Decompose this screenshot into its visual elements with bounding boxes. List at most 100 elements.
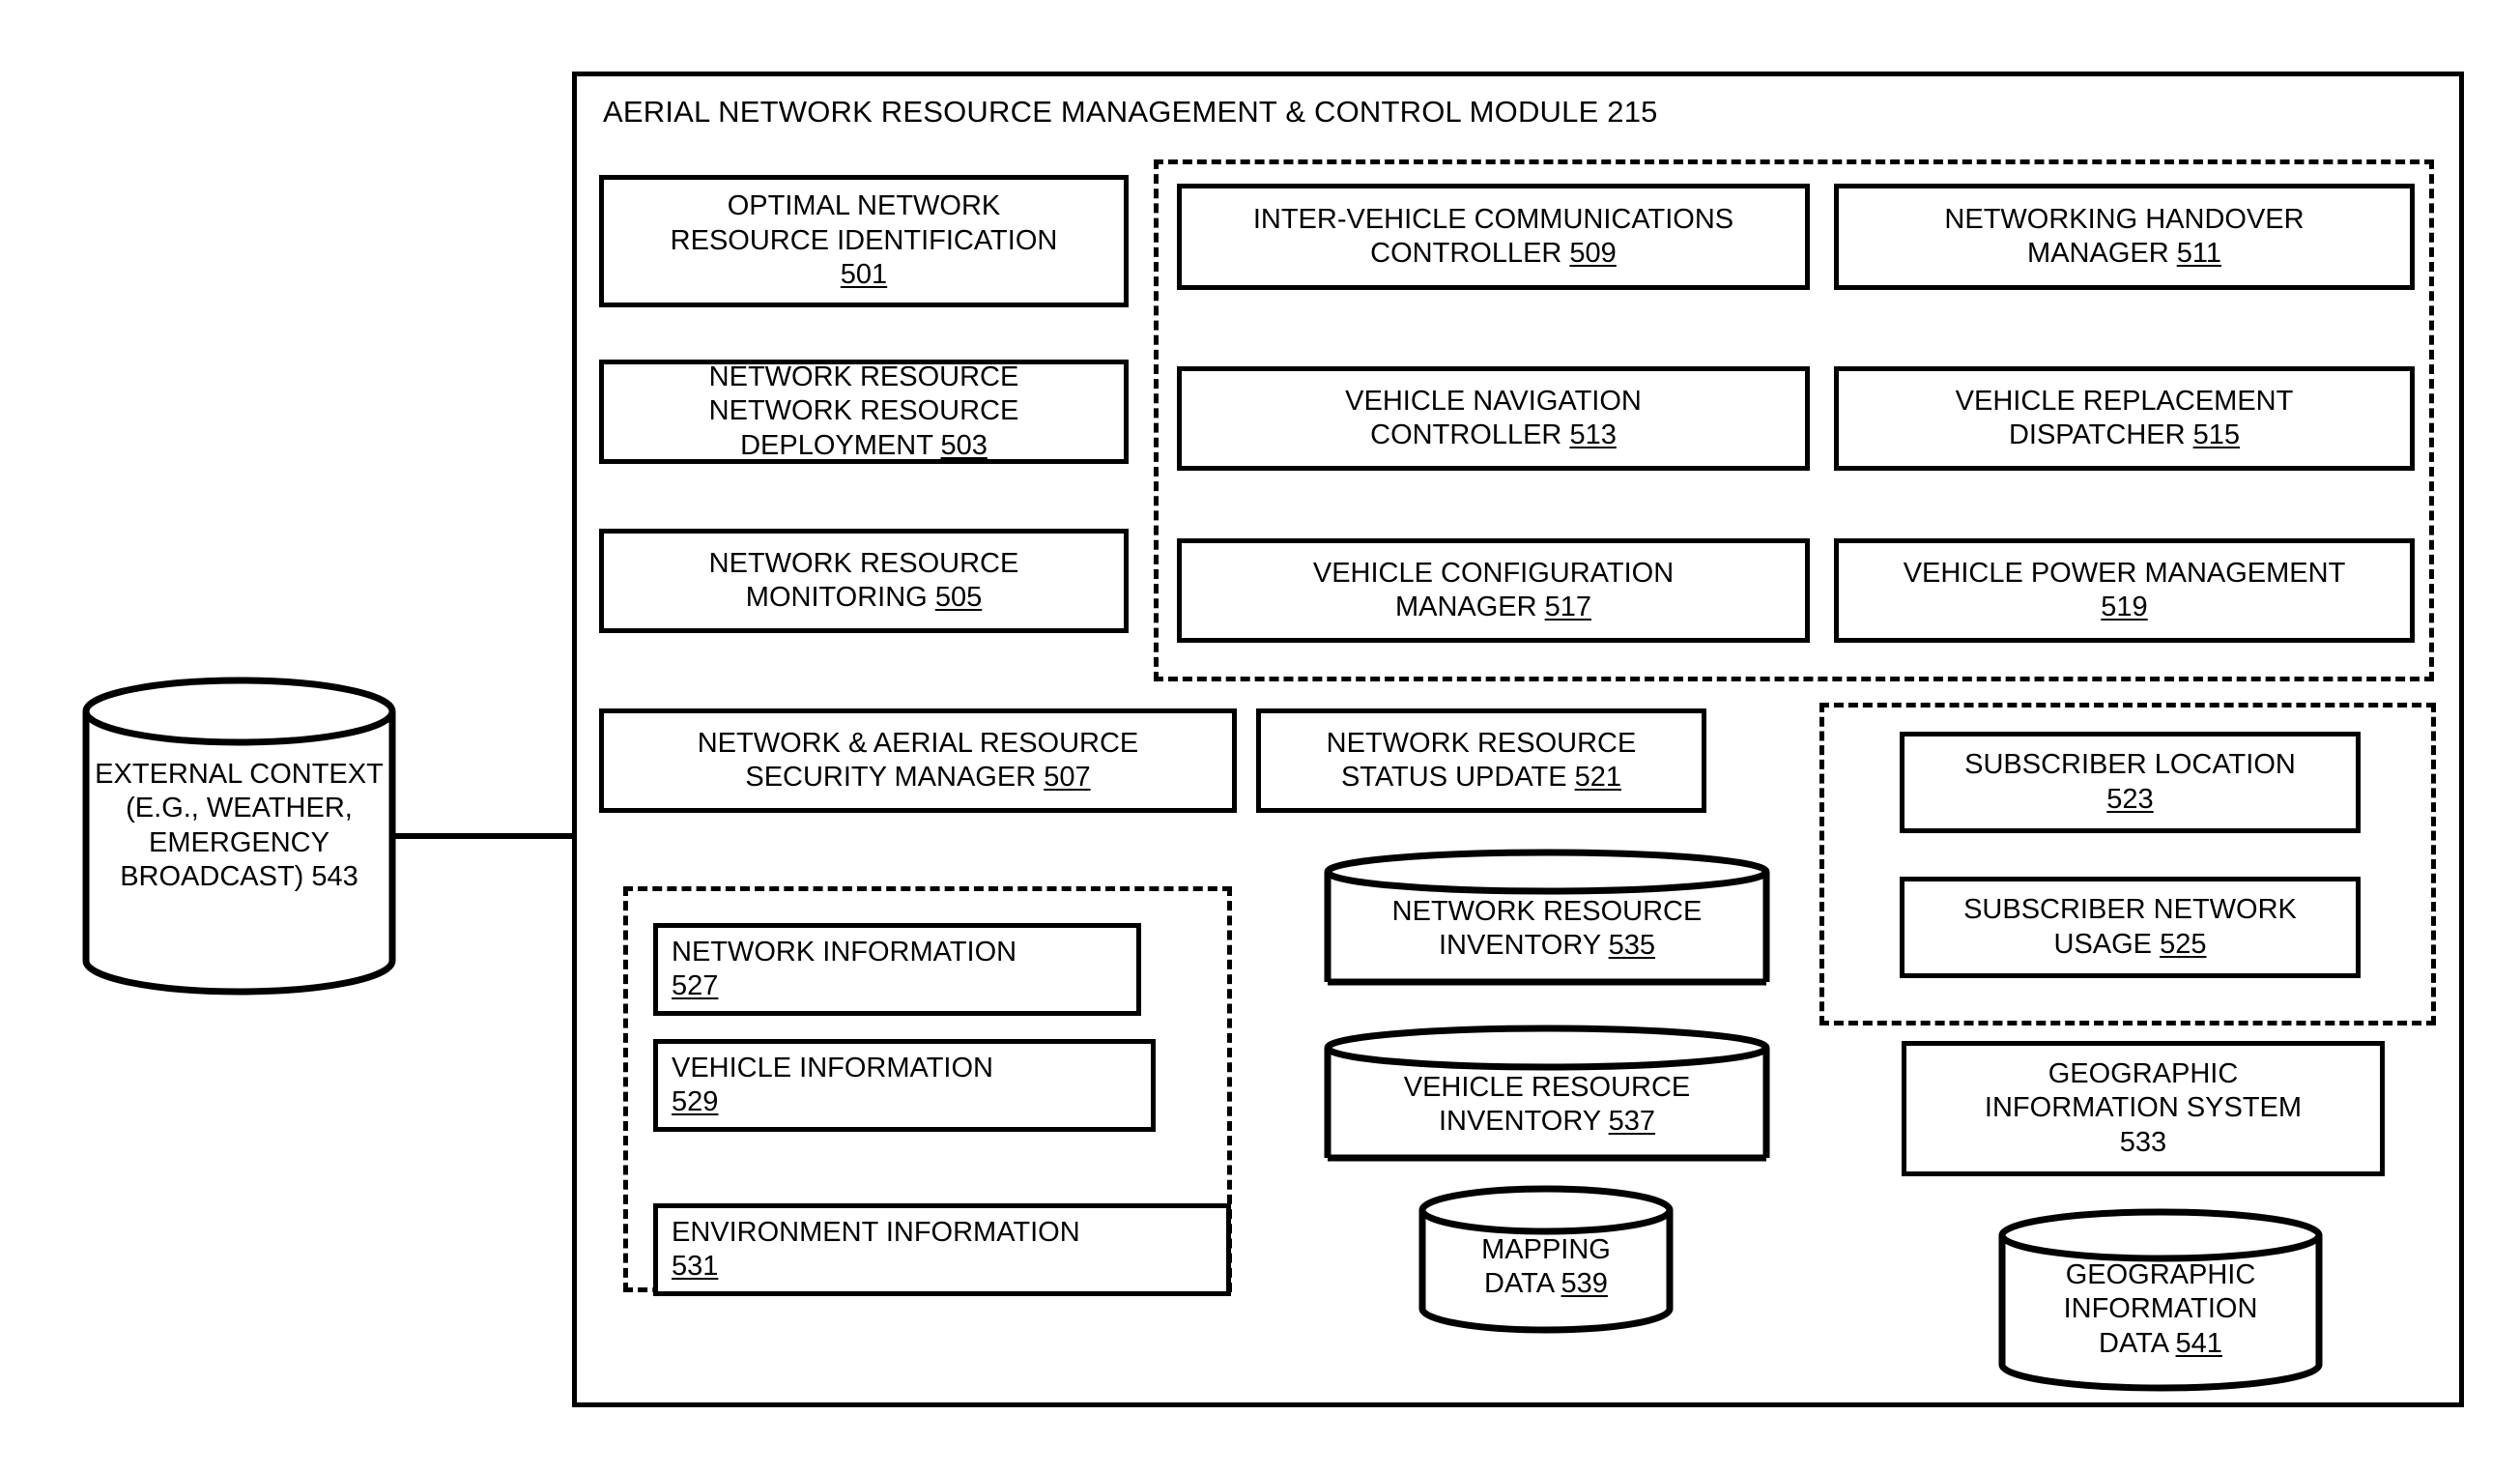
block-text: GEOGRAPHIC INFORMATION SYSTEM 533 bbox=[1985, 1057, 2302, 1160]
block-text: INTER-VEHICLE COMMUNICATIONS CONTROLLER … bbox=[1253, 203, 1733, 272]
line2-prefix: INVENTORY bbox=[1438, 1106, 1609, 1138]
cylinder-label: NETWORK RESOURCE INVENTORY 535 bbox=[1324, 895, 1770, 964]
line2: INFORMATION bbox=[2063, 1293, 2258, 1325]
block-text: NETWORK INFORMATION 527 bbox=[672, 936, 1017, 1004]
line2-prefix: STATUS UPDATE bbox=[1340, 762, 1575, 793]
line1: NETWORK RESOURCE bbox=[1391, 896, 1703, 927]
line1: INTER-VEHICLE COMMUNICATIONS bbox=[1252, 203, 1734, 235]
ref-number: 507 bbox=[1044, 762, 1091, 793]
ref-number: 531 bbox=[672, 1251, 719, 1282]
block-text: VEHICLE REPLACEMENT DISPATCHER 515 bbox=[1956, 385, 2294, 453]
geographic-information-system-block[interactable]: GEOGRAPHIC INFORMATION SYSTEM 533 bbox=[1902, 1041, 2385, 1176]
inter-vehicle-communications-controller-block[interactable]: INTER-VEHICLE COMMUNICATIONS CONTROLLER … bbox=[1177, 184, 1810, 290]
ref-number: 539 bbox=[1561, 1268, 1608, 1300]
line1: SUBSCRIBER NETWORK bbox=[1963, 894, 2297, 926]
line2: INFORMATION SYSTEM bbox=[1984, 1092, 2303, 1124]
external-context-line2: (E.G., WEATHER, bbox=[126, 793, 353, 824]
block-text: SUBSCRIBER NETWORK USAGE 525 bbox=[1963, 893, 2297, 962]
ref-number: 527 bbox=[672, 970, 719, 1001]
subscriber-network-usage-block[interactable]: SUBSCRIBER NETWORK USAGE 525 bbox=[1900, 877, 2361, 978]
block-text: VEHICLE INFORMATION 529 bbox=[672, 1052, 993, 1120]
block-text: SUBSCRIBER LOCATION 523 bbox=[1964, 748, 2296, 817]
ref-number: 521 bbox=[1574, 762, 1622, 793]
line1: VEHICLE POWER MANAGEMENT bbox=[1903, 557, 2346, 589]
external-context-cylinder: EXTERNAL CONTEXT (E.G., WEATHER, EMERGEN… bbox=[82, 677, 396, 996]
block-text: NETWORK RESOURCE MONITORING 505 bbox=[709, 547, 1019, 616]
ref-number: 537 bbox=[1608, 1106, 1656, 1138]
line1: VEHICLE REPLACEMENT bbox=[1955, 385, 2294, 417]
ref-number: 503 bbox=[940, 429, 988, 461]
subscriber-location-block[interactable]: SUBSCRIBER LOCATION 523 bbox=[1900, 732, 2361, 833]
line2-prefix: MANAGER bbox=[2027, 238, 2177, 269]
line1: ENVIRONMENT INFORMATION bbox=[672, 1216, 1080, 1248]
line1: NETWORK & AERIAL RESOURCE bbox=[697, 727, 1139, 759]
cylinder-label: VEHICLE RESOURCE INVENTORY 537 bbox=[1324, 1071, 1770, 1140]
ref-number: 505 bbox=[934, 582, 983, 613]
external-context-line3: EMERGENCY bbox=[149, 826, 329, 858]
cylinder-label: MAPPING DATA 539 bbox=[1418, 1233, 1674, 1302]
line1: OPTIMAL NETWORK bbox=[727, 190, 1001, 222]
cylinder-label: GEOGRAPHIC INFORMATION DATA 541 bbox=[1998, 1258, 2323, 1361]
line1: VEHICLE NAVIGATION bbox=[1345, 385, 1642, 417]
external-context-label: EXTERNAL CONTEXT (E.G., WEATHER, EMERGEN… bbox=[82, 758, 396, 895]
ref-number: 513 bbox=[1569, 419, 1617, 450]
ref-number: 523 bbox=[2106, 783, 2154, 815]
line1: VEHICLE CONFIGURATION bbox=[1312, 557, 1675, 589]
mapping-data-cylinder[interactable]: MAPPING DATA 539 bbox=[1418, 1185, 1674, 1335]
network-resource-status-update-block[interactable]: NETWORK RESOURCE STATUS UPDATE 521 bbox=[1256, 708, 1706, 813]
vehicle-power-management-block[interactable]: VEHICLE POWER MANAGEMENT 519 bbox=[1834, 538, 2415, 643]
line2-prefix: INVENTORY bbox=[1438, 930, 1609, 962]
network-resource-deployment-block[interactable]: NETWORK RESOURCE NETWORK RESOURCE DEPLOYM… bbox=[599, 360, 1129, 464]
line1: NETWORK RESOURCE bbox=[708, 361, 1019, 392]
line2-prefix: DISPATCHER bbox=[2008, 419, 2193, 450]
ref-number: 509 bbox=[1569, 238, 1617, 269]
line2-prefix: DATA bbox=[1484, 1268, 1561, 1300]
line2-prefix: CONTROLLER bbox=[1370, 419, 1570, 450]
network-aerial-resource-security-manager-block[interactable]: NETWORK & AERIAL RESOURCE SECURITY MANAG… bbox=[599, 708, 1237, 813]
network-resource-inventory-cylinder[interactable]: NETWORK RESOURCE INVENTORY 535 bbox=[1324, 849, 1770, 986]
ref-number: 515 bbox=[2192, 419, 2241, 450]
line1: SUBSCRIBER LOCATION bbox=[1964, 749, 2296, 781]
line2: RESOURCE IDENTIFICATION bbox=[670, 224, 1058, 256]
line1: NETWORKING HANDOVER bbox=[1944, 203, 2305, 235]
external-context-line4: BROADCAST) 543 bbox=[120, 861, 358, 893]
vehicle-configuration-manager-block[interactable]: VEHICLE CONFIGURATION MANAGER 517 bbox=[1177, 538, 1810, 643]
block-text: ENVIRONMENT INFORMATION 531 bbox=[672, 1216, 1080, 1285]
ref-number: 533 bbox=[2119, 1126, 2167, 1158]
block-text: NETWORK & AERIAL RESOURCE SECURITY MANAG… bbox=[698, 727, 1139, 795]
line2-prefix: MANAGER bbox=[1394, 592, 1545, 622]
vehicle-navigation-controller-block[interactable]: VEHICLE NAVIGATION CONTROLLER 513 bbox=[1177, 366, 1810, 471]
network-information-block[interactable]: NETWORK INFORMATION 527 bbox=[653, 923, 1141, 1016]
vehicle-replacement-dispatcher-block[interactable]: VEHICLE REPLACEMENT DISPATCHER 515 bbox=[1834, 366, 2415, 471]
block-text: VEHICLE CONFIGURATION MANAGER 517 bbox=[1313, 557, 1674, 625]
module-title-ref: 215 bbox=[1607, 95, 1658, 129]
line1: GEOGRAPHIC bbox=[2065, 1259, 2256, 1290]
vehicle-resource-inventory-cylinder[interactable]: VEHICLE RESOURCE INVENTORY 537 bbox=[1324, 1025, 1770, 1162]
network-resource-monitoring-block[interactable]: NETWORK RESOURCE MONITORING 505 bbox=[599, 529, 1129, 633]
line3-prefix: DATA bbox=[2099, 1327, 2176, 1359]
line2-prefix: CONTROLLER bbox=[1370, 238, 1570, 269]
ref-number: 517 bbox=[1544, 592, 1592, 622]
optimal-network-resource-identification-block[interactable]: OPTIMAL NETWORK RESOURCE IDENTIFICATION … bbox=[599, 175, 1129, 307]
patent-figure-canvas: EXTERNAL CONTEXT (E.G., WEATHER, EMERGEN… bbox=[0, 0, 2520, 1473]
block-text: NETWORK RESOURCE STATUS UPDATE 521 bbox=[1327, 727, 1637, 795]
ref-number: 525 bbox=[2160, 928, 2207, 960]
geographic-information-data-cylinder[interactable]: GEOGRAPHIC INFORMATION DATA 541 bbox=[1998, 1208, 2323, 1392]
line2-prefix: USAGE bbox=[2053, 928, 2161, 960]
networking-handover-manager-block[interactable]: NETWORKING HANDOVER MANAGER 511 bbox=[1834, 184, 2415, 290]
ref-number: 501 bbox=[840, 259, 888, 291]
ref-number: 519 bbox=[2101, 592, 2148, 622]
block-text: OPTIMAL NETWORK RESOURCE IDENTIFICATION … bbox=[671, 189, 1058, 292]
ref-number: 535 bbox=[1608, 930, 1656, 962]
line1: VEHICLE INFORMATION bbox=[672, 1052, 993, 1083]
line1: GEOGRAPHIC bbox=[2048, 1057, 2239, 1089]
block-text: NETWORKING HANDOVER MANAGER 511 bbox=[1944, 203, 2304, 272]
line1: MAPPING bbox=[1481, 1234, 1611, 1265]
external-context-connector bbox=[394, 833, 576, 839]
line1: NETWORK INFORMATION bbox=[672, 936, 1017, 968]
line1: NETWORK RESOURCE bbox=[1326, 727, 1637, 759]
module-title: AERIAL NETWORK RESOURCE MANAGEMENT & CON… bbox=[603, 97, 1658, 127]
ref-number: 529 bbox=[672, 1086, 719, 1117]
environment-information-block[interactable]: ENVIRONMENT INFORMATION 531 bbox=[653, 1203, 1231, 1296]
vehicle-information-block[interactable]: VEHICLE INFORMATION 529 bbox=[653, 1039, 1156, 1132]
